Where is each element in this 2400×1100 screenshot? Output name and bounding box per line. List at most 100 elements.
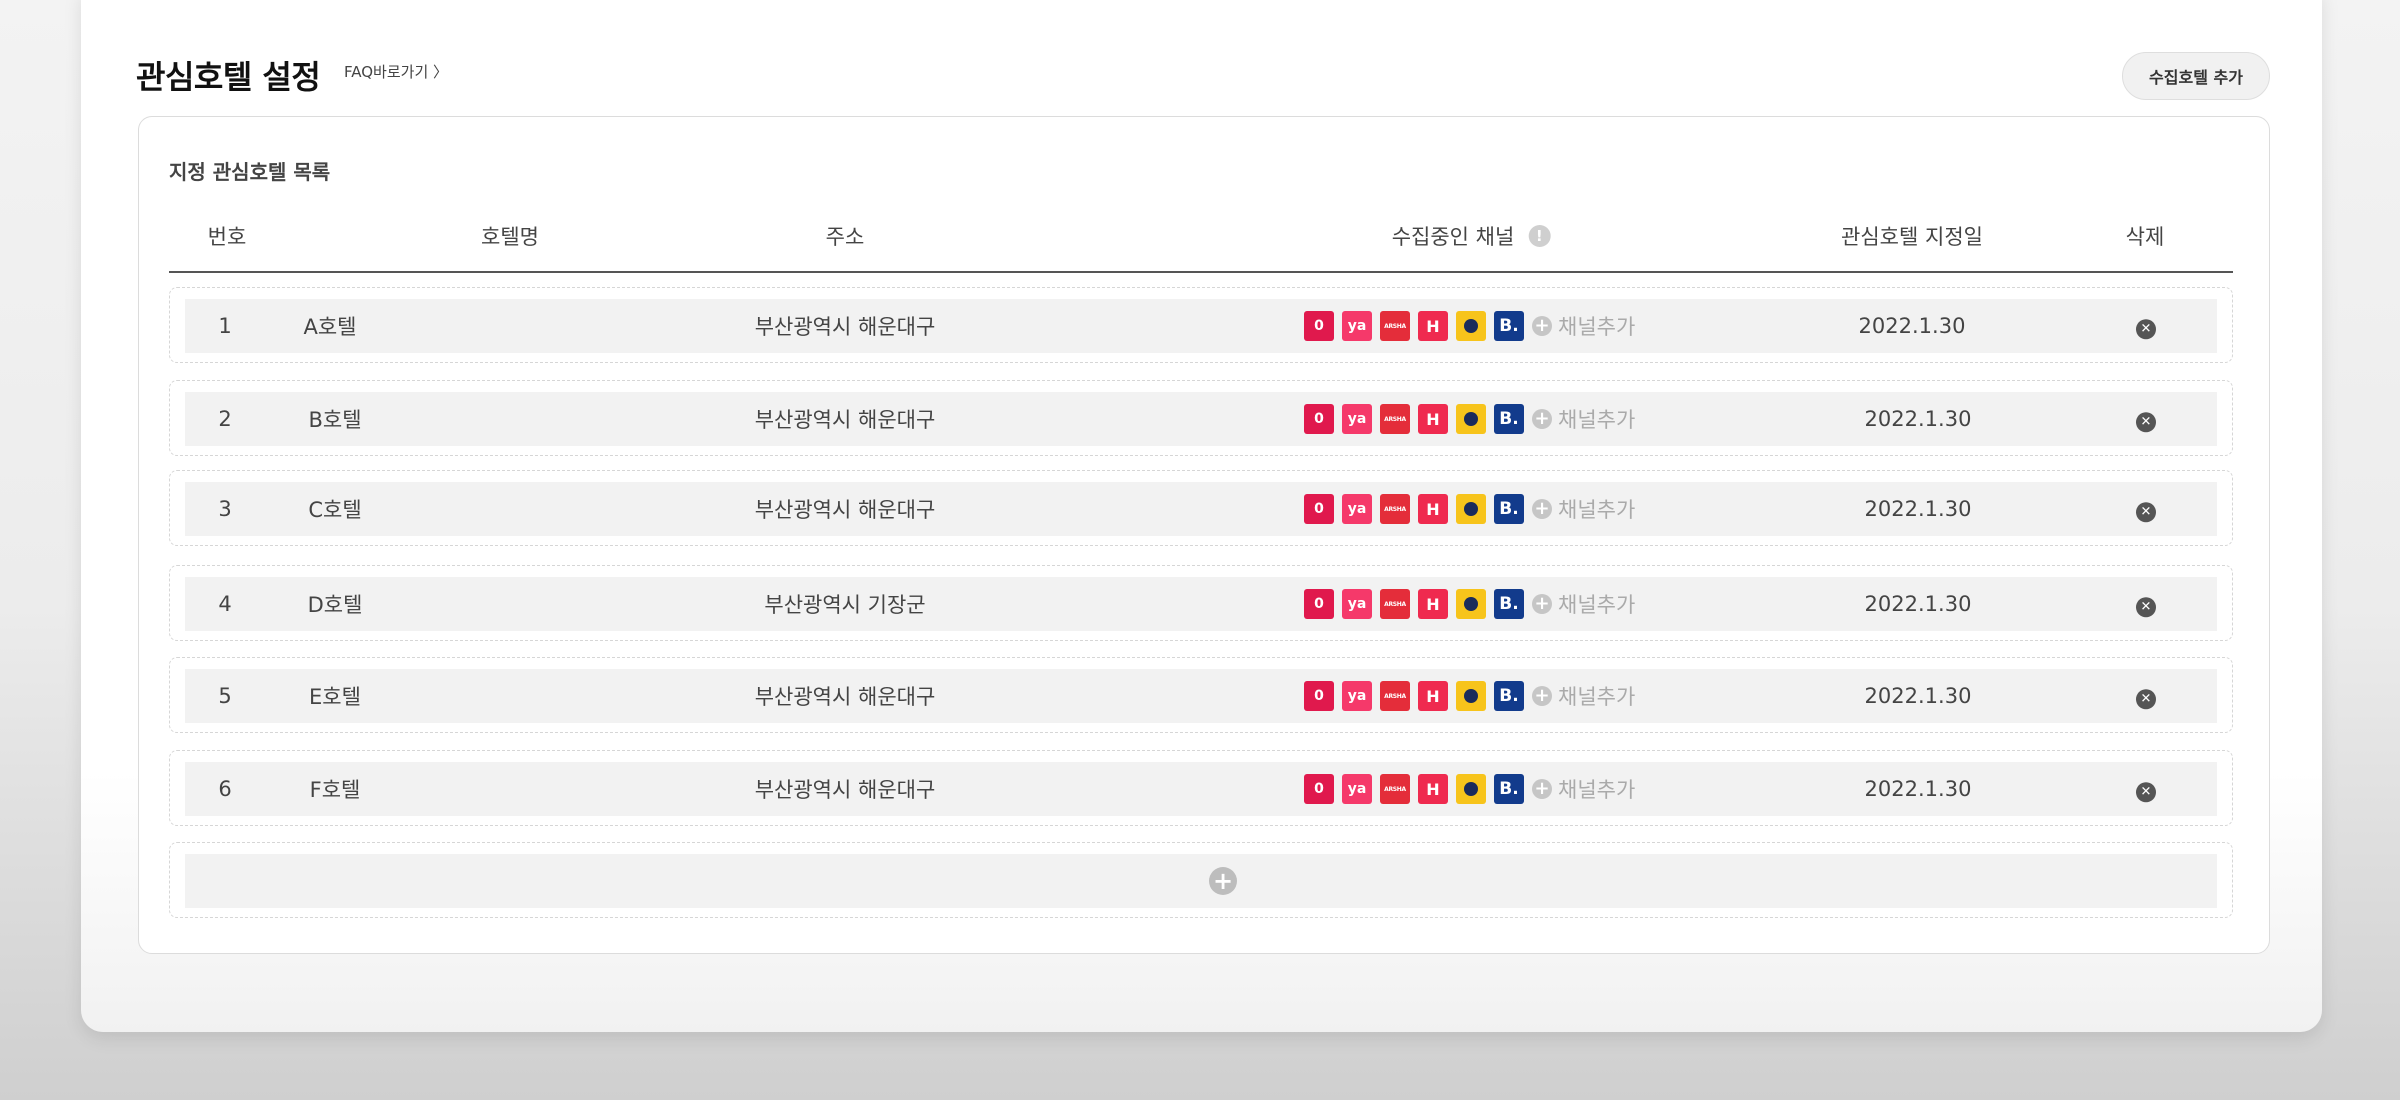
add-collect-hotel-button[interactable]: 수집호텔 추가 bbox=[2122, 52, 2270, 100]
channel-h-icon: H bbox=[1418, 589, 1448, 619]
table-row: 4 D호텔 부산광역시 기장군 0 ya ARSHA H B. + 채널추가 2022.… bbox=[169, 565, 2233, 641]
channel-icons: 0 ya ARSHA H B. bbox=[1304, 311, 1524, 341]
designated-date: 2022.1.30 bbox=[1858, 314, 1966, 338]
channel-icons: 0 ya ARSHA H B. bbox=[1304, 589, 1524, 619]
channel-1-icon: 0 bbox=[1304, 681, 1334, 711]
plus-circle-icon: + bbox=[1532, 499, 1552, 519]
table-row-bar: 1 A호텔 부산광역시 해운대구 0 ya ARSHA H B. + 채널추가 2022… bbox=[185, 299, 2217, 353]
add-channel-button[interactable]: + 채널추가 bbox=[1532, 494, 1635, 524]
add-channel-button[interactable]: + 채널추가 bbox=[1532, 589, 1635, 619]
hotel-address: 부산광역시 기장군 bbox=[764, 593, 926, 617]
plus-circle-icon: + bbox=[1532, 594, 1552, 614]
channel-ya-icon: ya bbox=[1342, 774, 1372, 804]
hotel-name[interactable]: D호텔 bbox=[308, 589, 363, 619]
designated-date: 2022.1.30 bbox=[1864, 497, 1972, 521]
table-row: 3 C호텔 부산광역시 해운대구 0 ya ARSHA H B. + 채널추가 2022… bbox=[169, 470, 2233, 546]
expedia-mark bbox=[1464, 502, 1478, 516]
channel-3-icon: ARSHA bbox=[1380, 494, 1410, 524]
add-channel-button[interactable]: + 채널추가 bbox=[1532, 404, 1635, 434]
hotel-address: 부산광역시 해운대구 bbox=[754, 408, 936, 432]
channel-h-icon: H bbox=[1418, 681, 1448, 711]
expedia-mark bbox=[1464, 782, 1478, 796]
channel-h-icon: H bbox=[1418, 774, 1448, 804]
channel-ya-icon: ya bbox=[1342, 404, 1372, 434]
channel-booking-icon: B. bbox=[1494, 311, 1524, 341]
column-header-delete: 삭제 bbox=[2125, 225, 2165, 249]
channel-ya-icon: ya bbox=[1342, 589, 1372, 619]
channel-1-icon: 0 bbox=[1304, 404, 1334, 434]
add-channel-label: 채널추가 bbox=[1558, 685, 1636, 709]
channel-ya-icon: ya bbox=[1342, 311, 1372, 341]
channel-booking-icon: B. bbox=[1494, 774, 1524, 804]
channel-booking-icon: B. bbox=[1494, 589, 1524, 619]
add-hotel-button[interactable]: + bbox=[1209, 867, 1237, 895]
close-circle-icon[interactable]: ✕ bbox=[2136, 688, 2156, 709]
delete-button[interactable]: ✕ bbox=[2136, 496, 2156, 522]
plus-circle-icon[interactable]: + bbox=[1209, 867, 1237, 895]
add-channel-label: 채널추가 bbox=[1558, 315, 1636, 339]
delete-button[interactable]: ✕ bbox=[2136, 406, 2156, 432]
column-header-name: 호텔명 bbox=[481, 225, 539, 249]
table-row: 6 F호텔 부산광역시 해운대구 0 ya ARSHA H B. + 채널추가 2022… bbox=[169, 750, 2233, 826]
info-icon[interactable]: ! bbox=[1528, 225, 1551, 247]
table-row-bar: 2 B호텔 부산광역시 해운대구 0 ya ARSHA H B. + 채널추가 2022… bbox=[185, 392, 2217, 446]
table-row: 1 A호텔 부산광역시 해운대구 0 ya ARSHA H B. + 채널추가 2022… bbox=[169, 287, 2233, 363]
close-circle-icon[interactable]: ✕ bbox=[2136, 596, 2156, 617]
channel-booking-icon: B. bbox=[1494, 494, 1524, 524]
row-number: 6 bbox=[218, 777, 232, 801]
close-circle-icon[interactable]: ✕ bbox=[2136, 501, 2156, 522]
plus-circle-icon: + bbox=[1532, 686, 1552, 706]
channel-3-icon: ARSHA bbox=[1380, 404, 1410, 434]
channel-expedia-icon bbox=[1456, 494, 1486, 524]
channel-3-icon: ARSHA bbox=[1380, 589, 1410, 619]
add-channel-button[interactable]: + 채널추가 bbox=[1532, 681, 1635, 711]
channel-expedia-icon bbox=[1456, 404, 1486, 434]
row-number: 4 bbox=[218, 592, 232, 616]
table-row-bar: 4 D호텔 부산광역시 기장군 0 ya ARSHA H B. + 채널추가 2022.… bbox=[185, 577, 2217, 631]
table-row: 2 B호텔 부산광역시 해운대구 0 ya ARSHA H B. + 채널추가 2022… bbox=[169, 380, 2233, 456]
channel-3-icon: ARSHA bbox=[1380, 311, 1410, 341]
row-number: 1 bbox=[218, 314, 232, 338]
faq-link[interactable]: FAQ바로가기 〉 bbox=[344, 61, 448, 82]
channel-icons: 0 ya ARSHA H B. bbox=[1304, 494, 1524, 524]
channel-ya-icon: ya bbox=[1342, 681, 1372, 711]
add-channel-button[interactable]: + 채널추가 bbox=[1532, 311, 1635, 341]
expedia-mark bbox=[1464, 597, 1478, 611]
hotel-name[interactable]: C호텔 bbox=[308, 494, 361, 524]
channel-3-icon: ARSHA bbox=[1380, 681, 1410, 711]
close-circle-icon[interactable]: ✕ bbox=[2136, 781, 2156, 802]
row-number: 3 bbox=[218, 497, 232, 521]
channel-icons: 0 ya ARSHA H B. bbox=[1304, 681, 1524, 711]
table-row-bar: 6 F호텔 부산광역시 해운대구 0 ya ARSHA H B. + 채널추가 2022… bbox=[185, 762, 2217, 816]
list-title: 지정 관심호텔 목록 bbox=[169, 160, 331, 184]
delete-button[interactable]: ✕ bbox=[2136, 683, 2156, 709]
delete-button[interactable]: ✕ bbox=[2136, 776, 2156, 802]
add-hotel-row-bar[interactable]: + bbox=[185, 854, 2217, 908]
channel-icons: 0 ya ARSHA H B. bbox=[1304, 774, 1524, 804]
close-circle-icon[interactable]: ✕ bbox=[2136, 411, 2156, 432]
expedia-mark bbox=[1464, 689, 1478, 703]
channel-1-icon: 0 bbox=[1304, 589, 1334, 619]
column-header-date: 관심호텔 지정일 bbox=[1841, 225, 1983, 249]
table-header: 번호 호텔명 주소 수집중인 채널 ! 관심호텔 지정일 삭제 bbox=[169, 215, 2233, 273]
channel-expedia-icon bbox=[1456, 774, 1486, 804]
designated-date: 2022.1.30 bbox=[1864, 407, 1972, 431]
add-channel-button[interactable]: + 채널추가 bbox=[1532, 774, 1635, 804]
close-circle-icon[interactable]: ✕ bbox=[2136, 318, 2156, 339]
add-hotel-row: + bbox=[169, 842, 2233, 918]
hotel-address: 부산광역시 해운대구 bbox=[754, 685, 936, 709]
table-row-bar: 5 E호텔 부산광역시 해운대구 0 ya ARSHA H B. + 채널추가 2022… bbox=[185, 669, 2217, 723]
channel-expedia-icon bbox=[1456, 311, 1486, 341]
hotel-name[interactable]: E호텔 bbox=[309, 681, 361, 711]
hotel-name[interactable]: B호텔 bbox=[308, 404, 361, 434]
designated-date: 2022.1.30 bbox=[1864, 684, 1972, 708]
channel-booking-icon: B. bbox=[1494, 681, 1524, 711]
hotel-name[interactable]: A호텔 bbox=[303, 311, 356, 341]
delete-button[interactable]: ✕ bbox=[2136, 313, 2156, 339]
delete-button[interactable]: ✕ bbox=[2136, 591, 2156, 617]
page-title: 관심호텔 설정 bbox=[136, 58, 321, 96]
designated-date: 2022.1.30 bbox=[1864, 592, 1972, 616]
table-row-bar: 3 C호텔 부산광역시 해운대구 0 ya ARSHA H B. + 채널추가 2022… bbox=[185, 482, 2217, 536]
hotel-name[interactable]: F호텔 bbox=[310, 774, 361, 804]
channel-3-icon: ARSHA bbox=[1380, 774, 1410, 804]
